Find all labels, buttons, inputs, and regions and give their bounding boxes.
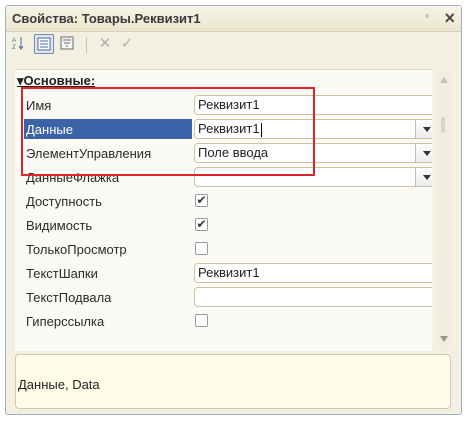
property-label: ДанныеФлажка <box>26 170 120 185</box>
check-icon[interactable]: ✓ <box>118 34 136 52</box>
property-row-readonly[interactable]: ТолькоПросмотр <box>15 238 432 262</box>
close-icon[interactable]: × <box>444 8 455 29</box>
enabled-checkbox[interactable]: ✔ <box>195 194 208 207</box>
property-row-hyperlink[interactable]: Гиперссылка <box>15 310 432 334</box>
property-label: ТекстПодвала <box>26 290 112 305</box>
name-value: Реквизит1 <box>198 97 260 112</box>
title-bar[interactable]: Свойства: Товары.Реквизит1 × <box>6 6 461 32</box>
property-label: Гиперссылка <box>26 314 105 329</box>
properties-window: Свойства: Товары.Реквизит1 × AZ ✕ ✓ ▾Осн… <box>5 5 462 415</box>
control-dropdown-button[interactable] <box>416 143 432 163</box>
header-text-value: Реквизит1 <box>198 265 260 280</box>
name-field[interactable]: Реквизит1 <box>194 95 432 115</box>
svg-text:A: A <box>12 38 16 44</box>
hyperlink-checkbox[interactable] <box>195 314 208 327</box>
property-row-footer-text[interactable]: ТекстПодвала <box>15 286 432 310</box>
description-panel: Данные, Data <box>15 354 451 409</box>
property-label: Доступность <box>26 194 102 209</box>
delete-icon[interactable]: ✕ <box>96 34 114 52</box>
data-dropdown-button[interactable] <box>416 119 432 139</box>
svg-text:Z: Z <box>12 45 16 50</box>
property-row-visible[interactable]: Видимость ✔ <box>15 214 432 238</box>
property-row-data[interactable]: Данные Реквизит1 <box>15 118 432 142</box>
property-row-control[interactable]: ЭлементУправления Поле ввода <box>15 142 432 166</box>
property-row-header-text[interactable]: ТекстШапки Реквизит1 <box>15 262 432 286</box>
data-field[interactable]: Реквизит1 <box>194 119 416 139</box>
checkdata-field[interactable] <box>194 167 416 187</box>
scroll-up-icon[interactable] <box>440 77 448 83</box>
description-text: Данные, Data <box>18 377 100 392</box>
visible-checkbox[interactable]: ✔ <box>195 218 208 231</box>
chevron-down-icon <box>422 126 431 132</box>
data-value: Реквизит1 <box>198 121 260 136</box>
filter-icon[interactable] <box>58 34 76 52</box>
categories-icon[interactable] <box>34 34 54 54</box>
chevron-down-icon <box>422 174 431 180</box>
control-value: Поле ввода <box>198 145 269 160</box>
toolbar-separator <box>86 37 87 53</box>
group-label: Основные: <box>23 73 96 88</box>
chevron-down-icon <box>422 150 431 156</box>
property-label: ТолькоПросмотр <box>26 242 127 257</box>
group-main[interactable]: ▾Основные: <box>15 73 95 91</box>
property-row-enabled[interactable]: Доступность ✔ <box>15 190 432 214</box>
property-label: Имя <box>26 98 52 113</box>
property-label: ТекстШапки <box>26 266 98 281</box>
scroll-thumb[interactable] <box>441 117 445 133</box>
readonly-checkbox[interactable] <box>195 242 208 255</box>
vertical-scrollbar[interactable] <box>437 69 451 350</box>
pin-icon[interactable] <box>425 14 429 18</box>
toolbar: AZ ✕ ✓ <box>6 32 461 58</box>
property-label: Данные <box>26 122 73 137</box>
checkdata-dropdown-button[interactable] <box>416 167 432 187</box>
property-row-name[interactable]: Имя Реквизит1 <box>15 94 432 118</box>
property-label: Видимость <box>26 218 93 233</box>
scroll-down-icon[interactable] <box>440 336 448 342</box>
control-field[interactable]: Поле ввода <box>194 143 416 163</box>
footer-text-field[interactable] <box>194 287 432 307</box>
property-grid: ▾Основные: Имя Реквизит1 Данные Реквизит… <box>15 69 432 351</box>
text-cursor <box>260 122 262 137</box>
sort-alpha-icon[interactable]: AZ <box>10 34 28 52</box>
property-label: ЭлементУправления <box>26 146 152 161</box>
property-row-checkdata[interactable]: ДанныеФлажка <box>15 166 432 190</box>
header-text-field[interactable]: Реквизит1 <box>194 263 432 283</box>
window-title: Свойства: Товары.Реквизит1 <box>12 11 201 26</box>
